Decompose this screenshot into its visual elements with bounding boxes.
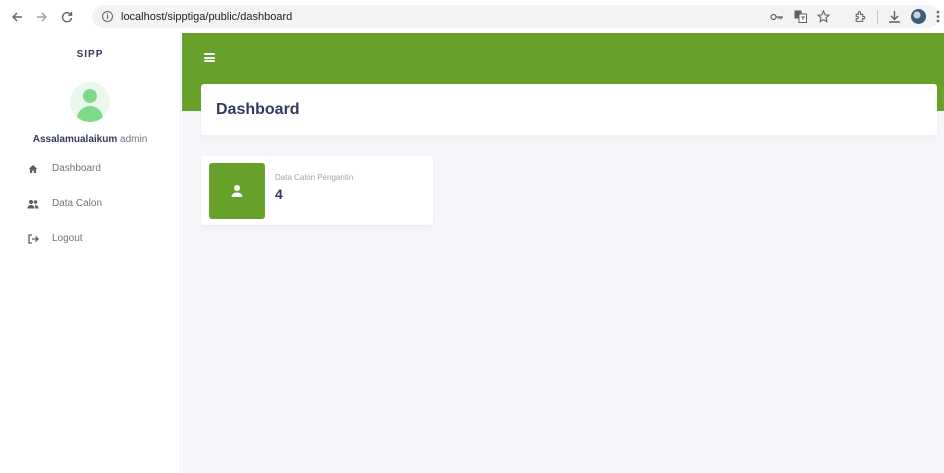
hamburger-menu-icon[interactable] xyxy=(204,53,215,62)
toolbar-separator xyxy=(877,9,878,24)
sidebar-item-logout[interactable]: Logout xyxy=(0,221,180,256)
reload-icon[interactable] xyxy=(56,6,78,28)
user-avatar xyxy=(70,82,110,122)
sidebar-item-label: Data Calon xyxy=(52,198,103,209)
more-menu-icon[interactable] xyxy=(936,10,940,23)
site-info-icon[interactable]: i xyxy=(102,11,113,22)
extensions-icon[interactable] xyxy=(854,10,867,23)
main-content: Dashboard Data Calon Pengantin 4 xyxy=(182,33,944,473)
greeting-prefix: Assalamualaikum xyxy=(32,134,118,145)
sidebar-item-label: Dashboard xyxy=(52,163,101,174)
sidebar-item-data-calon[interactable]: Data Calon xyxy=(0,186,180,221)
sidebar: SIPP Assalamualaikum admin Dashboard Dat… xyxy=(0,33,181,473)
brand-logo-text[interactable]: SIPP xyxy=(0,49,180,60)
stat-label: Data Calon Pengantin xyxy=(275,173,354,182)
sidebar-item-dashboard[interactable]: Dashboard xyxy=(0,151,180,186)
stat-value: 4 xyxy=(275,186,283,202)
download-icon[interactable] xyxy=(888,10,901,23)
page-header: Dashboard xyxy=(201,84,937,135)
back-icon[interactable] xyxy=(6,6,28,28)
logout-icon xyxy=(26,233,40,244)
home-icon xyxy=(26,164,40,174)
users-icon xyxy=(26,199,40,209)
sidebar-item-label: Logout xyxy=(52,233,83,244)
stat-card-data-calon-pengantin: Data Calon Pengantin 4 xyxy=(201,156,433,225)
url-text[interactable]: localhost/sipptiga/public/dashboard xyxy=(121,11,292,23)
user-greeting: Assalamualaikum admin xyxy=(0,134,180,145)
profile-avatar[interactable] xyxy=(911,9,926,24)
browser-toolbar: i localhost/sipptiga/public/dashboard xyxy=(0,0,944,33)
browser-actions xyxy=(770,5,940,28)
page-title: Dashboard xyxy=(216,100,300,118)
password-key-icon[interactable] xyxy=(770,12,784,22)
user-icon xyxy=(209,163,265,219)
sidebar-menu: Dashboard Data Calon Logout xyxy=(0,151,180,256)
bookmark-star-icon[interactable] xyxy=(817,10,830,23)
forward-icon[interactable] xyxy=(31,6,53,28)
translate-icon[interactable] xyxy=(794,10,807,23)
greeting-username: admin xyxy=(120,134,148,145)
